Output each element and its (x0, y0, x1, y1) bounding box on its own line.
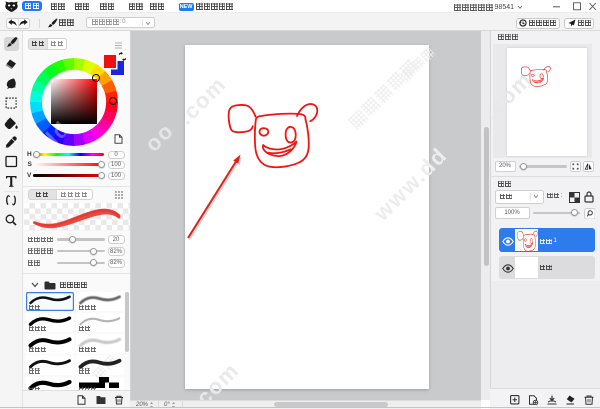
svg-text:.com: .com (173, 71, 231, 129)
svg-text:www.dd: www.dd (368, 142, 452, 226)
svg-text:oo: oo (140, 118, 179, 157)
